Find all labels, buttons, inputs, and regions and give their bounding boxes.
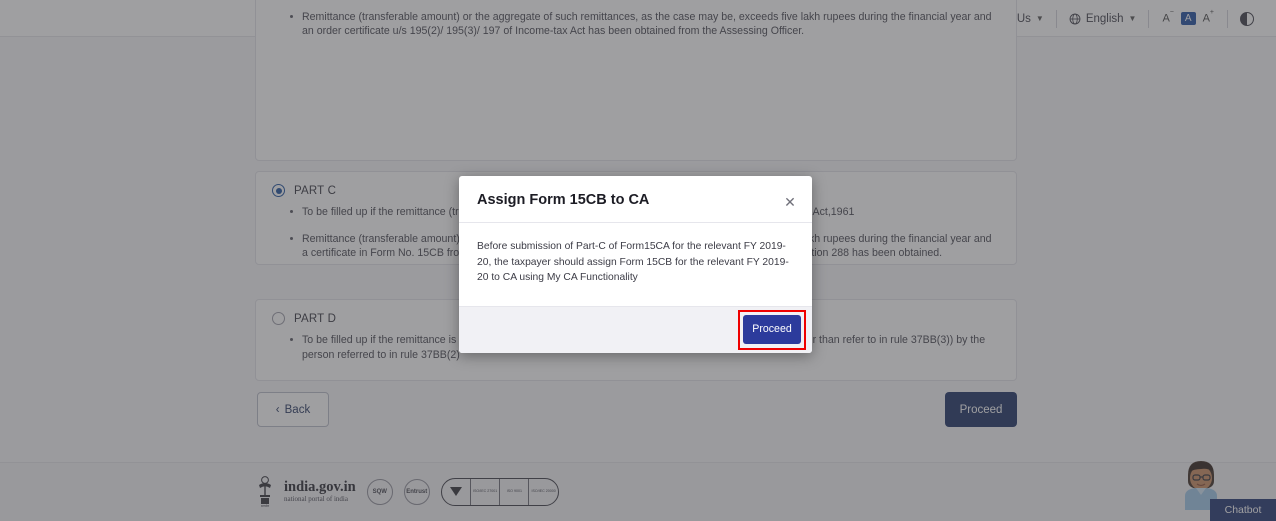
modal-body-text: Before submission of Part-C of Form15CA … [459,223,812,306]
modal-footer: Proceed [459,306,812,353]
modal-header: Assign Form 15CB to CA ✕ [459,176,812,223]
assign-form-modal: Assign Form 15CB to CA ✕ Before submissi… [459,176,812,353]
page-root: Call Us ▼ English ▼ A− A [0,0,1276,521]
modal-title: Assign Form 15CB to CA [477,192,794,208]
modal-proceed-button[interactable]: Proceed [743,315,801,344]
close-icon[interactable]: ✕ [782,194,798,210]
